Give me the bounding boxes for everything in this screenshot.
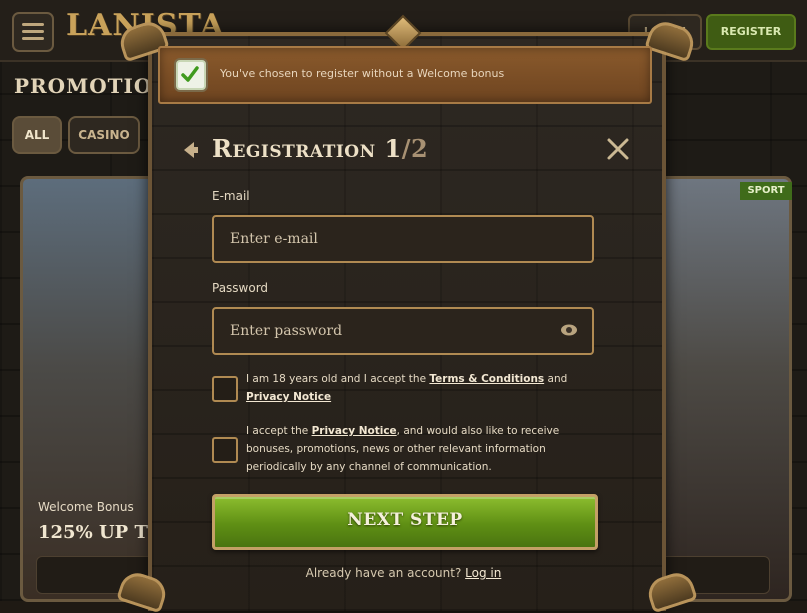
consent-text: I am 18 years old and I accept the xyxy=(246,373,430,385)
password-label: Password xyxy=(212,281,269,295)
modal-title-text: Registration 1 xyxy=(212,134,402,163)
email-field-wrapper xyxy=(212,215,594,263)
info-banner: You've chosen to register without a Welc… xyxy=(158,46,652,104)
marketing-consent-text: I accept the Privacy Notice, and would a… xyxy=(246,422,596,476)
green-check-icon xyxy=(176,60,206,90)
promo-card-image[interactable] xyxy=(648,176,792,602)
banner-text: You've chosen to register without a Welc… xyxy=(220,67,505,80)
welcome-bonus-value: 125% UP TO xyxy=(38,522,164,543)
age-consent-checkbox[interactable] xyxy=(212,376,238,402)
welcome-bonus-label: Welcome Bonus xyxy=(38,500,134,514)
login-link[interactable]: Log in xyxy=(465,566,501,580)
filter-all[interactable]: ALL xyxy=(12,116,62,154)
email-label: E-mail xyxy=(212,189,250,203)
login-prompt-text: Already have an account? xyxy=(305,566,466,580)
modal-title: Registration 1/2 xyxy=(212,134,428,163)
login-prompt: Already have an account? Log in xyxy=(0,566,807,580)
filter-casino[interactable]: CASINO xyxy=(68,116,140,154)
terms-link[interactable]: Terms & Conditions xyxy=(429,373,544,385)
step-total: /2 xyxy=(401,134,429,163)
consent-text: I accept the xyxy=(246,425,312,437)
privacy-link[interactable]: Privacy Notice xyxy=(312,425,397,437)
marketing-consent-checkbox[interactable] xyxy=(212,437,238,463)
eye-icon[interactable] xyxy=(560,323,578,337)
age-consent-text: I am 18 years old and I accept the Terms… xyxy=(246,370,596,406)
hamburger-menu-icon[interactable] xyxy=(12,12,54,52)
close-icon[interactable] xyxy=(606,137,630,161)
register-button[interactable]: REGISTER xyxy=(706,14,796,50)
privacy-link[interactable]: Privacy Notice xyxy=(246,391,331,403)
sport-badge: SPORT xyxy=(740,182,792,200)
email-field[interactable] xyxy=(214,217,592,261)
next-step-button[interactable]: NEXT STEP xyxy=(212,494,598,550)
arrow-left-icon[interactable] xyxy=(180,140,200,160)
consent-text: and xyxy=(544,373,568,385)
password-field[interactable] xyxy=(214,309,592,353)
password-field-wrapper xyxy=(212,307,594,355)
